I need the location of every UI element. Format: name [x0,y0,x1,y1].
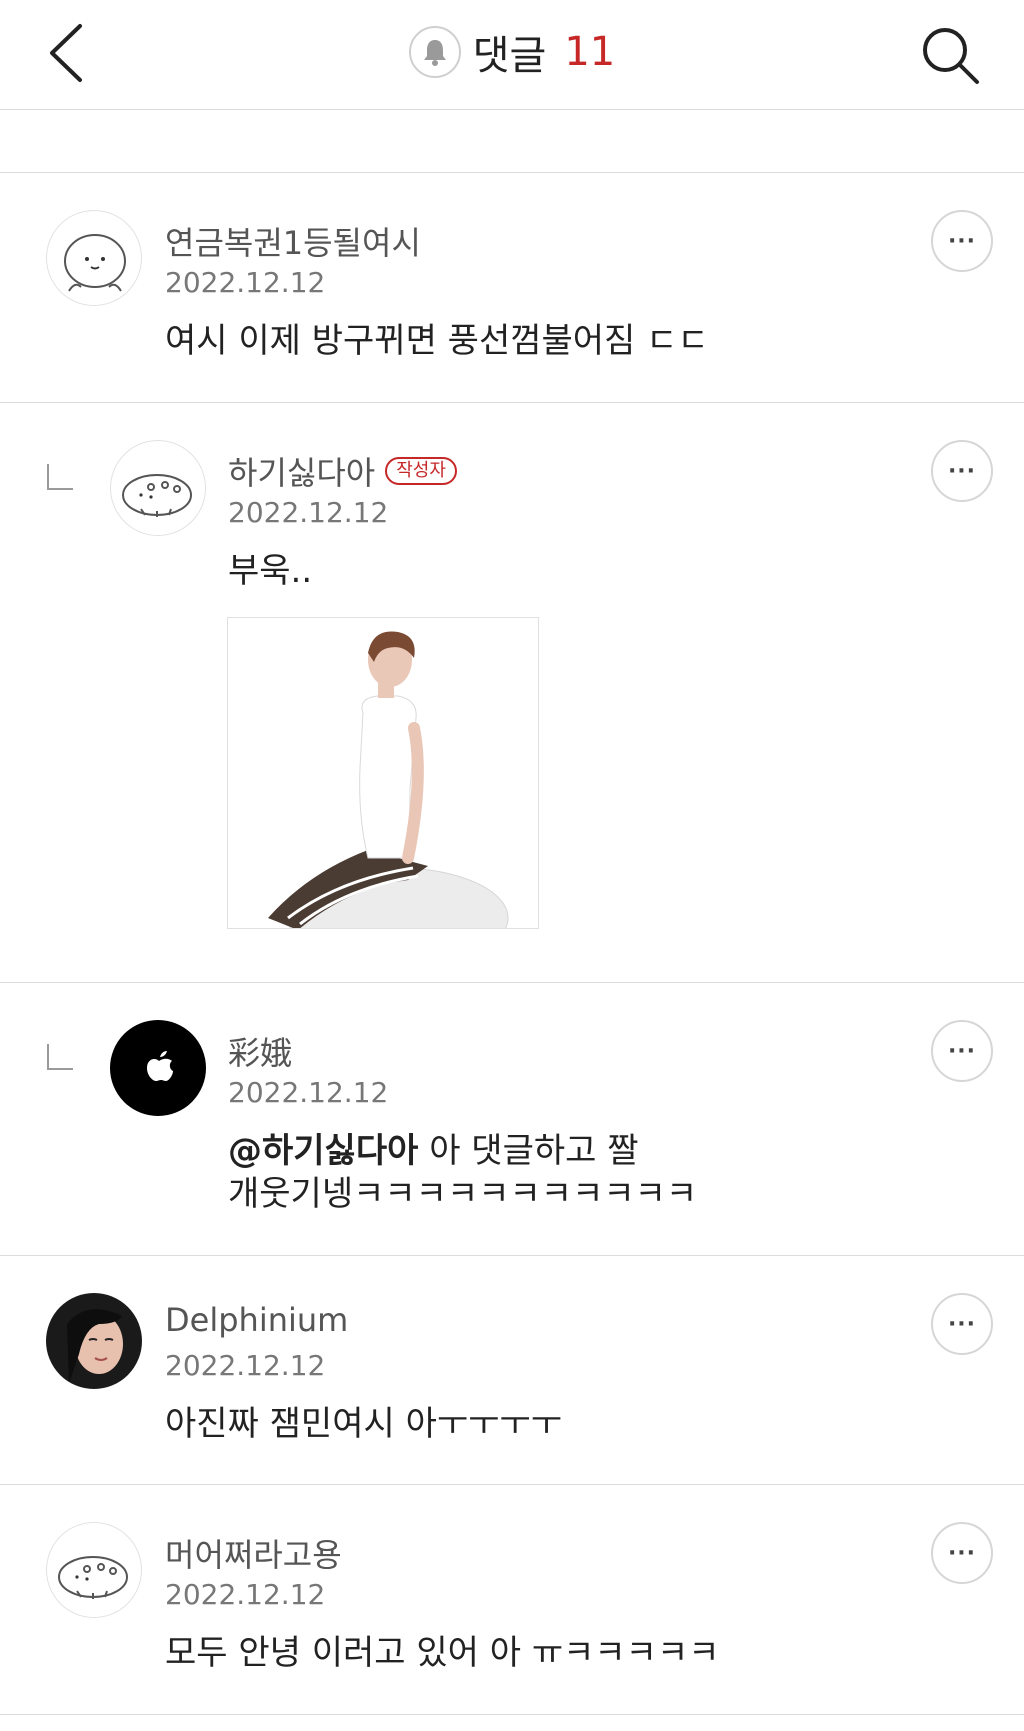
reply-indent-icon [47,1044,73,1070]
avatar[interactable] [46,1293,142,1389]
character-avatar-icon [58,1556,128,1599]
author-badge: 작성자 [385,457,457,485]
author-name-text: 彩娥 [228,1034,293,1072]
mention-link[interactable]: @하기싫다아 [228,1131,418,1171]
comment-text: 여시 이제 방구뀌면 풍선껌불어짐 ㄷㄷ [165,321,709,361]
comment-text: 부욱.. [228,551,313,591]
comment-text-line: 아 댓글하고 짤 [418,1131,639,1171]
more-icon: ··· [947,228,977,254]
comment-count: 11 [564,29,616,75]
author-name[interactable]: 하기싫다아 작성자 [228,448,457,494]
author-name-text: Delphinium [165,1301,349,1339]
more-button[interactable]: ··· [931,210,993,272]
more-button[interactable]: ··· [931,1293,993,1355]
comment-item: 연금복권1등될여시 2022.12.12 여시 이제 방구뀌면 풍선껌불어짐 ㄷ… [0,174,1024,403]
search-button[interactable] [915,20,985,90]
comment-date: 2022.12.12 [228,496,389,529]
character-avatar-icon [122,474,192,517]
attached-image[interactable] [227,617,539,929]
photo-woman-on-exercise-ball [228,618,538,928]
avatar[interactable] [46,210,142,306]
comment-text-line: 개웃기넹ㅋㅋㅋㅋㅋㅋㅋㅋㅋㅋㅋ [228,1173,698,1214]
comment-item: 彩娥 2022.12.12 @하기싫다아 아 댓글하고 짤 개웃기넹ㅋㅋㅋㅋㅋㅋ… [0,984,1024,1256]
author-name-text: 머어쩌라고용 [165,1536,342,1574]
more-icon: ··· [947,1311,977,1337]
profile-photo [47,1294,141,1388]
comment-date: 2022.12.12 [165,1349,326,1382]
page-title: 댓글 11 [0,22,1024,82]
more-icon: ··· [947,1038,977,1064]
comment-text: 아진짜 잼민여시 아ㅜㅜㅜㅜ [165,1404,562,1444]
author-name[interactable]: 연금복권1등될여시 [165,218,421,264]
reply-indent-icon [47,464,73,490]
more-button[interactable]: ··· [931,1522,993,1584]
comment-date: 2022.12.12 [165,1578,326,1611]
comment-text: 모두 안녕 이러고 있어 아 ㅠㅋㅋㅋㅋㅋ [165,1633,720,1673]
author-name-text: 연금복권1등될여시 [165,224,421,262]
title-label: 댓글 [472,33,547,79]
bell-icon [423,40,446,66]
avatar[interactable] [110,1020,206,1116]
search-icon [923,28,979,84]
comment-item: 머어쩌라고용 2022.12.12 모두 안녕 이러고 있어 아 ㅠㅋㅋㅋㅋㅋ … [0,1486,1024,1715]
divider-band [0,111,1024,173]
more-icon: ··· [947,458,977,484]
comment-date: 2022.12.12 [228,1076,389,1109]
notification-bell-button[interactable] [408,26,461,78]
more-icon: ··· [947,1540,977,1566]
comment-date: 2022.12.12 [165,266,326,299]
more-button[interactable]: ··· [931,440,993,502]
author-name[interactable]: 머어쩌라고용 [165,1530,342,1576]
comment-item: Delphinium 2022.12.12 아진짜 잼민여시 아ㅜㅜㅜㅜ ··· [0,1257,1024,1485]
comment-text: @하기싫다아 아 댓글하고 짤 개웃기넹ㅋㅋㅋㅋㅋㅋㅋㅋㅋㅋㅋ [228,1130,697,1215]
author-name[interactable]: 彩娥 [228,1028,292,1074]
author-name-text: 하기싫다아 [228,454,376,492]
more-button[interactable]: ··· [931,1020,993,1082]
character-avatar-icon [64,234,126,292]
top-bar: 댓글 11 [0,0,1024,110]
apple-logo-icon [147,1051,173,1081]
author-name[interactable]: Delphinium [165,1301,348,1339]
avatar[interactable] [46,1522,142,1618]
avatar[interactable] [110,440,206,536]
